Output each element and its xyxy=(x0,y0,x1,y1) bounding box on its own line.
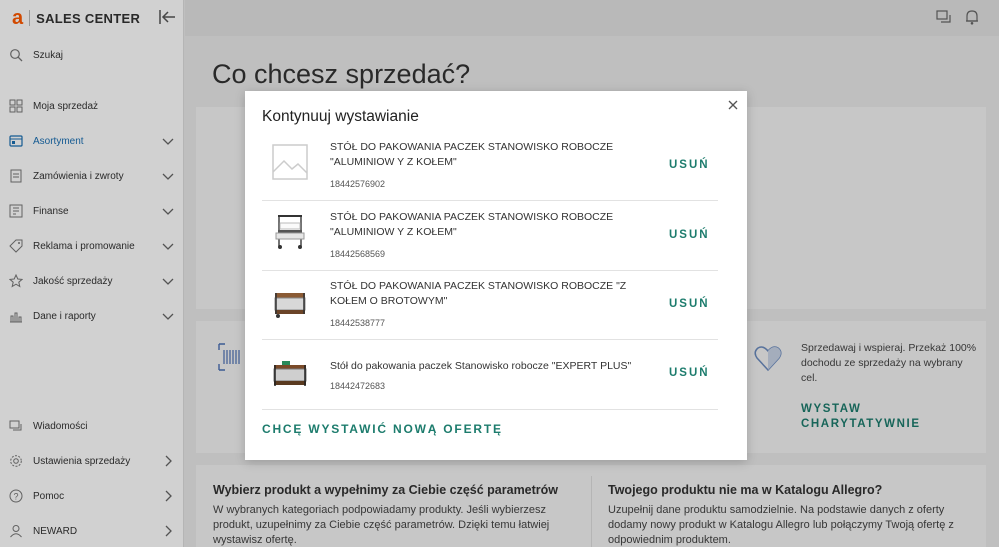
offer-title[interactable]: STÓŁ DO PAKOWANIA PACZEK STANOWISKO ROBO… xyxy=(330,140,652,170)
draft-offer-row: STÓŁ DO PAKOWANIA PACZEK STANOWISKO ROBO… xyxy=(262,271,718,340)
draft-offer-row: Stół do pakowania paczek Stanowisko robo… xyxy=(262,341,718,410)
offer-title[interactable]: Stół do pakowania paczek Stanowisko robo… xyxy=(330,359,652,374)
row-divider xyxy=(262,339,718,340)
image-placeholder-icon xyxy=(272,144,308,180)
draft-offer-row: STÓŁ DO PAKOWANIA PACZEK STANOWISKO ROBO… xyxy=(262,202,718,271)
delete-offer-button[interactable]: USUŃ xyxy=(669,298,710,310)
delete-offer-button[interactable]: USUŃ xyxy=(669,159,710,171)
continue-listing-modal: Kontynuuj wystawianie STÓŁ DO PAKOWANIA … xyxy=(245,91,747,460)
delete-offer-button[interactable]: USUŃ xyxy=(669,229,710,241)
row-divider xyxy=(262,200,718,201)
create-new-offer-button[interactable]: CHCĘ WYSTAWIĆ NOWĄ OFERTĘ xyxy=(262,422,503,436)
close-icon[interactable] xyxy=(726,98,740,112)
modal-title: Kontynuuj wystawianie xyxy=(262,108,419,125)
product-thumbnail xyxy=(273,361,307,386)
offer-id: 18442472683 xyxy=(330,381,386,391)
offer-id: 18442576902 xyxy=(330,179,386,189)
offer-id: 18442568569 xyxy=(330,249,386,259)
offer-id: 18442538777 xyxy=(330,318,386,328)
row-divider xyxy=(262,409,718,410)
offer-title[interactable]: STÓŁ DO PAKOWANIA PACZEK STANOWISKO ROBO… xyxy=(330,279,652,309)
offer-title[interactable]: STÓŁ DO PAKOWANIA PACZEK STANOWISKO ROBO… xyxy=(330,210,652,240)
draft-offer-row: STÓŁ DO PAKOWANIA PACZEK STANOWISKO ROBO… xyxy=(262,132,718,201)
product-thumbnail xyxy=(275,215,305,249)
product-thumbnail xyxy=(274,293,306,318)
delete-offer-button[interactable]: USUŃ xyxy=(669,367,710,379)
